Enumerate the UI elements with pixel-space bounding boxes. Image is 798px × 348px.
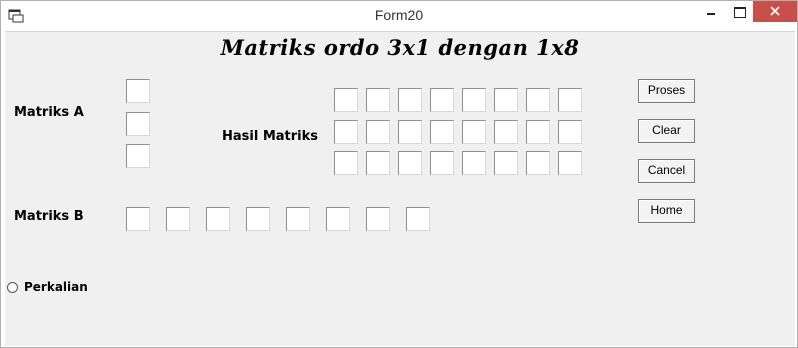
hasil-input-r1c3[interactable] <box>398 88 422 112</box>
hasil-input-r3c5[interactable] <box>462 151 486 175</box>
matriks-b-input-6[interactable] <box>326 207 350 231</box>
label-perkalian[interactable]: Perkalian <box>24 280 88 294</box>
hasil-input-r2c7[interactable] <box>526 120 550 144</box>
hasil-input-r3c3[interactable] <box>398 151 422 175</box>
matriks-a-input-2[interactable] <box>126 112 150 136</box>
minimize-button[interactable] <box>697 1 725 22</box>
hasil-input-r2c5[interactable] <box>462 120 486 144</box>
hasil-input-r3c8[interactable] <box>558 151 582 175</box>
label-matriks-a: Matriks A <box>14 105 84 120</box>
matriks-a-input-1[interactable] <box>126 79 150 103</box>
matriks-b-input-5[interactable] <box>286 207 310 231</box>
form-client-area: Matriks ordo 3x1 dengan 1x8 Matriks A Ha… <box>5 31 795 346</box>
hasil-input-r1c6[interactable] <box>494 88 518 112</box>
hasil-input-r2c2[interactable] <box>366 120 390 144</box>
page-heading: Matriks ordo 3x1 dengan 1x8 <box>220 35 580 60</box>
home-button[interactable]: Home <box>638 199 695 223</box>
close-icon <box>770 6 780 16</box>
matriks-b-input-3[interactable] <box>206 207 230 231</box>
hasil-input-r1c5[interactable] <box>462 88 486 112</box>
matriks-a-input-3[interactable] <box>126 144 150 168</box>
hasil-input-r1c7[interactable] <box>526 88 550 112</box>
hasil-input-r3c2[interactable] <box>366 151 390 175</box>
proses-button[interactable]: Proses <box>638 79 695 103</box>
hasil-input-r3c7[interactable] <box>526 151 550 175</box>
matriks-b-input-4[interactable] <box>246 207 270 231</box>
clear-button[interactable]: Clear <box>638 119 695 143</box>
title-bar[interactable]: Form20 <box>1 1 797 31</box>
hasil-input-r3c6[interactable] <box>494 151 518 175</box>
hasil-input-r2c3[interactable] <box>398 120 422 144</box>
hasil-input-r2c4[interactable] <box>430 120 454 144</box>
cancel-button[interactable]: Cancel <box>638 159 695 183</box>
matriks-b-input-8[interactable] <box>406 207 430 231</box>
perkalian-radio[interactable] <box>7 282 18 293</box>
window-title: Form20 <box>374 7 424 23</box>
matriks-b-input-1[interactable] <box>126 207 150 231</box>
hasil-input-r2c6[interactable] <box>494 120 518 144</box>
label-matriks-b: Matriks B <box>14 209 84 224</box>
label-hasil-matriks: Hasil Matriks <box>222 129 319 144</box>
hasil-input-r1c8[interactable] <box>558 88 582 112</box>
matriks-b-input-2[interactable] <box>166 207 190 231</box>
matriks-b-input-7[interactable] <box>366 207 390 231</box>
hasil-input-r3c4[interactable] <box>430 151 454 175</box>
form-window: Form20 Matriks ordo 3x1 dengan 1x8 Matri… <box>0 0 798 348</box>
hasil-input-r1c1[interactable] <box>334 88 358 112</box>
hasil-input-r3c1[interactable] <box>334 151 358 175</box>
hasil-input-r1c2[interactable] <box>366 88 390 112</box>
hasil-input-r1c4[interactable] <box>430 88 454 112</box>
hasil-input-r2c8[interactable] <box>558 120 582 144</box>
hasil-input-r2c1[interactable] <box>334 120 358 144</box>
maximize-button[interactable] <box>725 1 753 22</box>
close-button[interactable] <box>753 1 797 22</box>
